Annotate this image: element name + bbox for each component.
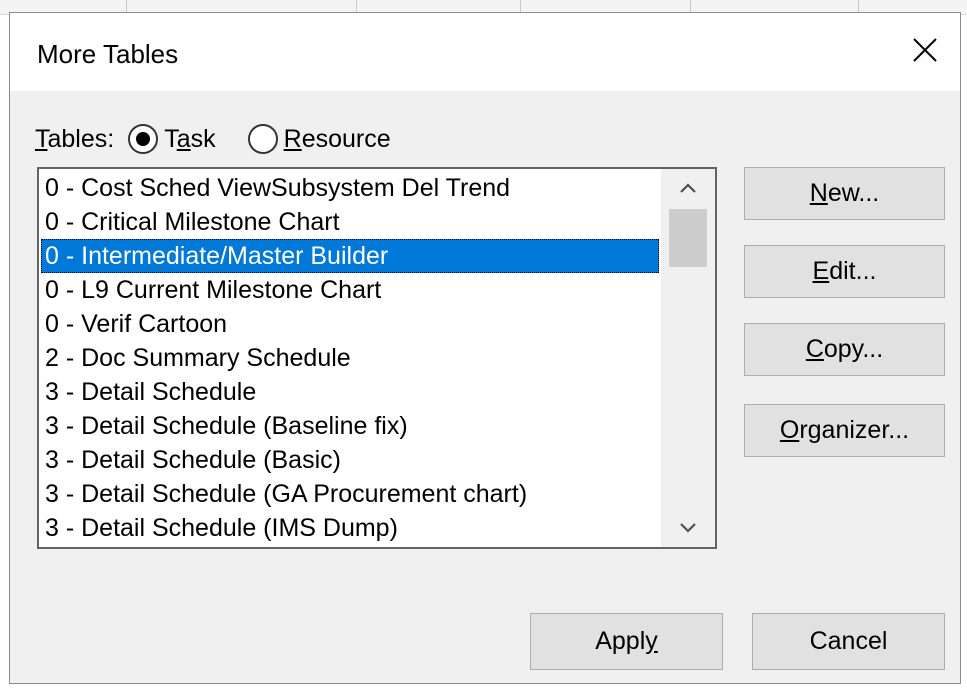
cancel-button[interactable]: Cancel: [752, 613, 945, 670]
tables-listbox[interactable]: 0 - Cost Sched ViewSubsystem Del Trend 0…: [37, 167, 717, 549]
background-gridline: [356, 0, 357, 12]
edit-button[interactable]: Edit...: [744, 245, 945, 298]
copy-button[interactable]: Copy...: [744, 323, 945, 376]
list-item[interactable]: 0 - L9 Current Milestone Chart: [41, 273, 659, 307]
chevron-down-icon: [680, 523, 696, 533]
list-item[interactable]: 3 - Detail Schedule: [41, 375, 659, 409]
close-button[interactable]: [902, 27, 948, 73]
list-item[interactable]: 3 - Detail Schedule (IMS Dump): [41, 511, 659, 545]
background-gridline: [858, 0, 859, 12]
list-vertical-scrollbar[interactable]: [661, 169, 715, 547]
list-item-selected[interactable]: 0 - Intermediate/Master Builder: [41, 239, 659, 273]
close-icon: [913, 38, 937, 62]
organizer-button[interactable]: Organizer...: [744, 404, 945, 457]
list-item[interactable]: 0 - Cost Sched ViewSubsystem Del Trend: [41, 171, 659, 205]
list-item[interactable]: 0 - Verif Cartoon: [41, 307, 659, 341]
background-gridline: [520, 0, 521, 12]
apply-button[interactable]: Appl y: [530, 613, 723, 670]
new-button[interactable]: New...: [744, 167, 945, 220]
radio-resource-indicator[interactable]: [247, 124, 278, 154]
dialog-title: More Tables: [37, 39, 179, 69]
tables-label: Tables:: [35, 124, 115, 153]
list-item[interactable]: 2 - Doc Summary Schedule: [41, 341, 659, 375]
scrollbar-thumb[interactable]: [669, 209, 707, 267]
radio-task-indicator[interactable]: [128, 124, 159, 154]
list-item[interactable]: 3 - Detail Schedule (Baseline fix): [41, 409, 659, 443]
radio-task[interactable]: Task: [128, 124, 216, 154]
chevron-up-icon: [680, 183, 696, 193]
scroll-down-button[interactable]: [661, 509, 715, 547]
tables-type-selector: Tables: Task Resource: [35, 119, 391, 159]
list-item[interactable]: 0 - Critical Milestone Chart: [41, 205, 659, 239]
background-gridline: [126, 0, 127, 12]
dialog-title-bar: More Tables: [10, 13, 960, 91]
tables-list: 0 - Cost Sched ViewSubsystem Del Trend 0…: [41, 171, 659, 545]
list-item[interactable]: 3 - Detail Schedule (Basic): [41, 443, 659, 477]
more-tables-dialog: More Tables Tables: Task Resource 0 - Co…: [9, 12, 961, 684]
list-item[interactable]: 3 - Detail Schedule (GA Procurement char…: [41, 477, 659, 511]
radio-resource-label: Resource: [283, 124, 391, 153]
radio-resource[interactable]: Resource: [247, 124, 391, 154]
scroll-up-button[interactable]: [661, 169, 715, 207]
radio-task-label: Task: [164, 124, 216, 153]
background-gridline: [690, 0, 691, 12]
